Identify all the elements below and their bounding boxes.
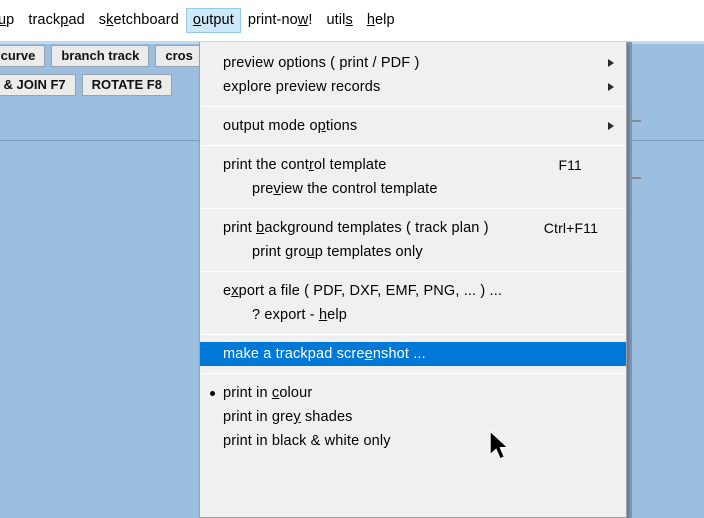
- menu-item-label: ? export - help: [252, 307, 347, 323]
- menu-item-label: print the control template: [223, 157, 387, 173]
- menu-item-label: print in colour: [223, 385, 313, 401]
- menu-item-explore-preview-records[interactable]: explore preview records: [200, 75, 626, 99]
- menu-item-print-the-control-template[interactable]: print the control template F11: [200, 153, 626, 177]
- menu-item-print-background-templates-track-plan[interactable]: print background templates ( track plan …: [200, 216, 626, 240]
- ruler-tick: [632, 120, 641, 122]
- menu-bar: up trackpad sketchboard output print-now! uti…: [0, 0, 704, 41]
- toolbar-button-ft-join-f7[interactable]: FT & JOIN F7: [0, 74, 76, 96]
- menu-item-label: make a trackpad screenshot ...: [223, 346, 426, 362]
- toolbar-button-rotate-f8[interactable]: ROTATE F8: [81, 74, 172, 96]
- menu-separator: [201, 106, 625, 107]
- menu-item-preview-the-control-template[interactable]: preview the control template: [200, 177, 626, 201]
- menubar-item-help[interactable]: help: [360, 8, 402, 33]
- menubar-item-up[interactable]: up: [0, 8, 21, 33]
- ruler-tick: [632, 177, 641, 179]
- menu-item-print-group-templates-only[interactable]: print group templates only: [200, 240, 626, 264]
- menu-item-preview-options-print-pdf[interactable]: preview options ( print / PDF ): [200, 51, 626, 75]
- menu-separator: [201, 208, 625, 209]
- menu-item-label: print background templates ( track plan …: [223, 220, 489, 236]
- menu-separator: [201, 145, 625, 146]
- menu-item-output-mode-options[interactable]: output mode options: [200, 114, 626, 138]
- toolbar-row-2: FT & JOIN F7ROTATE F8: [0, 74, 172, 96]
- menu-item-print-in-colour[interactable]: print in colour: [200, 381, 626, 405]
- menu-item-label: preview options ( print / PDF ): [223, 55, 420, 71]
- submenu-arrow-icon: [608, 83, 614, 91]
- application-window: rn curvebranch trackcros FT & JOIN F7ROT…: [0, 0, 704, 518]
- toolbar-button-cros[interactable]: cros: [155, 45, 203, 67]
- menu-separator: [201, 373, 625, 374]
- menubar-item-utils[interactable]: utils: [320, 8, 360, 33]
- menu-item-export-help[interactable]: ? export - help: [200, 303, 626, 327]
- menu-item-label: print in black & white only: [223, 433, 391, 449]
- menu-item-make-a-trackpad-screenshot[interactable]: make a trackpad screenshot ...: [200, 342, 626, 366]
- menu-item-label: output mode options: [223, 118, 358, 134]
- menu-item-label: preview the control template: [252, 181, 438, 197]
- submenu-arrow-icon: [608, 122, 614, 130]
- radio-selected-icon: [210, 390, 215, 396]
- output-menu-dropdown[interactable]: preview options ( print / PDF ) explore p…: [199, 42, 627, 518]
- toolbar-button-rn-curve[interactable]: rn curve: [0, 45, 46, 67]
- menu-item-export-a-file-pdf-dxf-emf-png[interactable]: export a file ( PDF, DXF, EMF, PNG, ... …: [200, 279, 626, 303]
- menu-item-print-in-grey-shades[interactable]: print in grey shades: [200, 405, 626, 429]
- vertical-ruler-strip[interactable]: [627, 42, 632, 518]
- menu-separator: [201, 271, 625, 272]
- menu-item-label: print group templates only: [252, 244, 423, 260]
- menu-item-label: print in grey shades: [223, 409, 353, 425]
- menu-item-print-in-black-white-only[interactable]: print in black & white only: [200, 429, 626, 453]
- toolbar-row-1: rn curvebranch trackcros: [0, 45, 203, 67]
- menubar-item-output[interactable]: output: [185, 8, 241, 33]
- menubar-item-trackpad[interactable]: trackpad: [21, 8, 91, 33]
- menu-item-shortcut: Ctrl+F11: [543, 220, 598, 236]
- menu-item-shortcut: F11: [558, 157, 582, 173]
- menu-item-label: explore preview records: [223, 79, 381, 95]
- menu-separator: [201, 334, 625, 335]
- menubar-item-sketchboard[interactable]: sketchboard: [92, 8, 186, 33]
- toolbar-button-branch-track[interactable]: branch track: [51, 45, 150, 67]
- menubar-item-print-now-[interactable]: print-now!: [241, 8, 320, 33]
- submenu-arrow-icon: [608, 59, 614, 67]
- menu-item-label: export a file ( PDF, DXF, EMF, PNG, ... …: [223, 283, 503, 299]
